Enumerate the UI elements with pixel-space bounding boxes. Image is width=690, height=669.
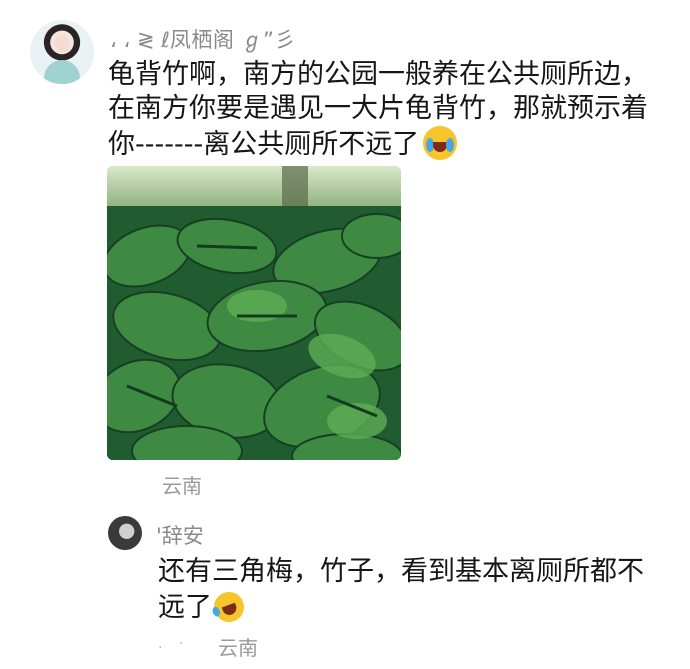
comment-line-1: 龟背竹啊，南方的公园一般养在公共厕所边， bbox=[108, 59, 648, 90]
crying-laughing-emoji-icon bbox=[423, 126, 458, 160]
avatar-shirt bbox=[44, 60, 80, 84]
monstera-leaves-image bbox=[107, 166, 401, 460]
comment-username[interactable]: ، ، ≷ ℓ凤栖阁 ℊ”彡 bbox=[110, 24, 296, 54]
reply-prefix-dots: . · bbox=[158, 636, 190, 652]
reply-avatar[interactable] bbox=[108, 516, 142, 550]
reply-line-2-text: 远了 bbox=[158, 592, 212, 623]
reply-location: 云南 bbox=[218, 636, 258, 660]
comment-location: 云南 bbox=[162, 474, 202, 498]
reply-line-2: 远了 bbox=[158, 587, 658, 627]
comment-text: 龟背竹啊，南方的公园一般养在公共厕所边， 在南方你要是遇见一大片龟背竹，那就预示… bbox=[108, 58, 653, 162]
reply-username[interactable]: '辞安 bbox=[156, 520, 204, 550]
comment-line-2: 在南方你要是遇见一大片龟背竹，那就预示着 bbox=[108, 93, 648, 124]
user-avatar[interactable] bbox=[30, 20, 94, 84]
monstera-photo[interactable] bbox=[107, 166, 401, 460]
rolling-laughing-emoji-icon bbox=[209, 587, 249, 627]
comment-line-3-text: 你-------离公共厕所不远了 bbox=[108, 129, 420, 160]
reply-line-1: 还有三角梅，竹子，看到基本离厕所都不 bbox=[158, 556, 644, 587]
avatar-face bbox=[55, 34, 69, 52]
reply-text: 还有三角梅，竹子，看到基本离厕所都不 远了 bbox=[158, 554, 658, 627]
comment-line-3: 你-------离公共厕所不远了 bbox=[108, 126, 653, 162]
